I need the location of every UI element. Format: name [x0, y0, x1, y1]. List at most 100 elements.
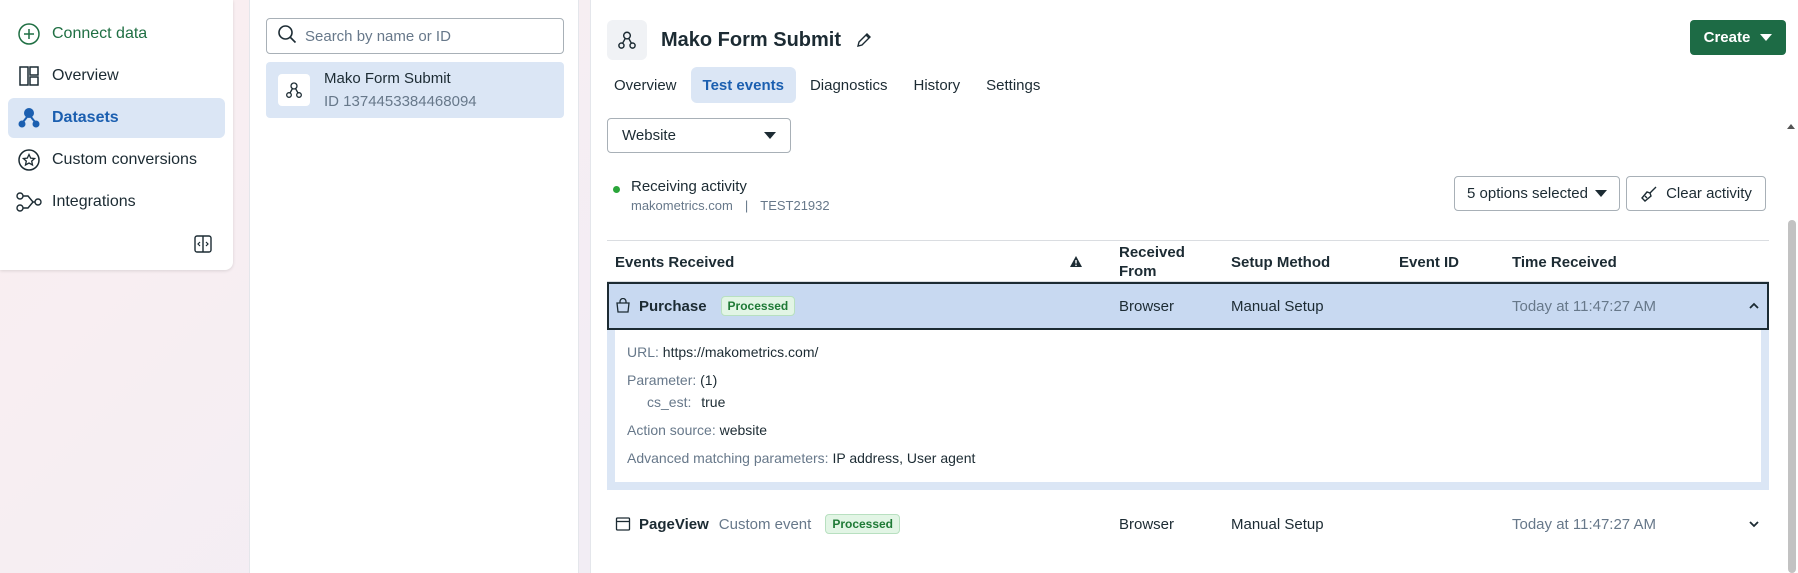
- dataset-id: ID 1374453384468094: [324, 93, 477, 110]
- scroll-up-arrow-icon[interactable]: [1787, 124, 1795, 129]
- status-dot: [613, 186, 620, 193]
- source-dropdown[interactable]: Website: [607, 118, 791, 153]
- search-icon: [277, 24, 297, 48]
- col-setup-method: Setup Method: [1231, 253, 1331, 271]
- create-button[interactable]: Create: [1690, 20, 1786, 55]
- activity-status-text: Receiving activity: [631, 178, 747, 195]
- activity-meta: makometrics.com | TEST21932: [631, 198, 830, 213]
- chevron-up-icon[interactable]: [1749, 284, 1759, 328]
- scrollbar-thumb[interactable]: [1788, 220, 1796, 573]
- event-cell: PageView Custom event Processed: [615, 490, 901, 558]
- caret-down-icon: [764, 132, 776, 139]
- connect-data-button[interactable]: Connect data: [8, 14, 225, 54]
- shopping-bag-icon: [616, 298, 630, 313]
- source-dropdown-value: Website: [622, 127, 676, 144]
- event-name: Purchase: [639, 297, 707, 315]
- status-badge: Processed: [825, 514, 901, 534]
- detail-url: URL: https://makometrics.com/: [627, 344, 1749, 360]
- table-row[interactable]: PageView Custom event Processed Browser …: [607, 490, 1769, 558]
- layout-icon: [16, 63, 42, 89]
- tab-test-events[interactable]: Test events: [690, 67, 796, 103]
- nav-item-label: Datasets: [52, 109, 119, 126]
- nav-item-integrations[interactable]: Integrations: [8, 182, 225, 222]
- browser-window-icon: [615, 517, 631, 531]
- options-filter-dropdown[interactable]: 5 options selected: [1454, 176, 1620, 211]
- caret-down-icon: [1760, 34, 1773, 41]
- detail-amp-label: Advanced matching parameters:: [627, 450, 829, 466]
- connect-data-label: Connect data: [52, 25, 148, 42]
- broom-icon: [1641, 186, 1657, 202]
- detail-param-entry: cs_est: true: [647, 394, 1749, 410]
- activity-domain: makometrics.com: [631, 198, 733, 213]
- col-time-received: Time Received: [1512, 253, 1617, 271]
- dataset-avatar: [278, 74, 310, 106]
- dataset-header-avatar: [607, 20, 647, 60]
- dataset-list-panel: Mako Form Submit ID 1374453384468094: [249, 0, 579, 573]
- event-name: PageView: [639, 515, 709, 533]
- clear-activity-label: Clear activity: [1666, 185, 1752, 202]
- detail-action-source: Action source: website: [627, 422, 1749, 438]
- nav-item-label: Integrations: [52, 193, 136, 210]
- col-received-from: Received From: [1119, 241, 1185, 283]
- dataset-name: Mako Form Submit: [324, 70, 451, 87]
- col-event-id: Event ID: [1399, 253, 1460, 271]
- tab-history[interactable]: History: [902, 67, 973, 103]
- event-details: URL: https://makometrics.com/ Parameter:…: [615, 330, 1761, 482]
- search-box[interactable]: [266, 18, 564, 54]
- collapse-sidebar-icon[interactable]: [193, 234, 213, 254]
- nav-item-overview[interactable]: Overview: [8, 56, 225, 96]
- detail-url-label: URL:: [627, 344, 659, 360]
- tab-bar: Overview Test events Diagnostics History…: [602, 67, 1054, 103]
- create-label: Create: [1703, 29, 1751, 46]
- table-row[interactable]: Purchase Processed Browser Manual Setup …: [607, 282, 1769, 330]
- col-received-from-line1: Received: [1119, 244, 1185, 261]
- pencil-icon[interactable]: [855, 31, 873, 49]
- clear-activity-button[interactable]: Clear activity: [1626, 176, 1766, 211]
- time-received-cell: Today at 11:47:27 AM: [1512, 297, 1656, 315]
- status-badge: Processed: [720, 296, 796, 316]
- detail-action-label: Action source:: [627, 422, 716, 438]
- nav-item-datasets[interactable]: Datasets: [8, 98, 225, 138]
- setup-method-cell: Manual Setup: [1231, 297, 1324, 315]
- detail-amp-value: IP address, User agent: [832, 450, 976, 466]
- activity-status: Receiving activity makometrics.com | TEST2…: [613, 178, 830, 213]
- dataset-list-item[interactable]: Mako Form Submit ID 1374453384468094: [266, 62, 564, 118]
- tab-diagnostics[interactable]: Diagnostics: [798, 67, 900, 103]
- event-cell: Purchase Processed: [615, 284, 796, 328]
- caret-down-icon: [1595, 190, 1607, 197]
- detail-param-key: cs_est:: [647, 394, 692, 410]
- dataset-node-icon: [286, 82, 302, 98]
- integrations-icon: [16, 189, 42, 215]
- detail-param-value: true: [701, 394, 726, 410]
- detail-advanced-matching: Advanced matching parameters: IP address…: [627, 450, 1749, 466]
- col-received-from-line2: From: [1119, 263, 1157, 280]
- detail-param-label: Parameter:: [627, 372, 697, 388]
- nav-item-label: Custom conversions: [52, 151, 197, 168]
- chevron-down-icon[interactable]: [1749, 490, 1759, 558]
- detail-action-value: website: [719, 422, 768, 438]
- options-label: 5 options selected: [1467, 185, 1588, 202]
- received-from-cell: Browser: [1119, 297, 1175, 315]
- activity-test-code: TEST21932: [760, 198, 830, 213]
- star-icon: [16, 147, 42, 173]
- events-table: Events Received Received From Setup Meth…: [607, 240, 1769, 558]
- search-input[interactable]: [305, 27, 545, 45]
- tab-overview[interactable]: Overview: [602, 67, 689, 103]
- time-received-cell: Today at 11:47:27 AM: [1512, 515, 1656, 533]
- dataset-icon: [16, 105, 42, 131]
- received-from-cell: Browser: [1119, 515, 1175, 533]
- separator: |: [744, 198, 749, 213]
- col-events-received: Events Received: [615, 253, 735, 271]
- custom-event-label: Custom event: [718, 515, 812, 533]
- main-content: Mako Form Submit Create Overview Test ev…: [590, 0, 1798, 573]
- detail-url-value: https://makometrics.com/: [662, 344, 819, 360]
- event-details-panel: URL: https://makometrics.com/ Parameter:…: [607, 330, 1769, 490]
- table-header: Events Received Received From Setup Meth…: [607, 240, 1769, 282]
- warning-icon: [1069, 241, 1083, 283]
- dataset-node-icon: [618, 31, 636, 49]
- plus-circle-icon: [16, 21, 42, 47]
- nav-item-custom-conversions[interactable]: Custom conversions: [8, 140, 225, 180]
- detail-parameter: Parameter: (1): [627, 372, 1749, 388]
- detail-param-count: (1): [700, 372, 718, 388]
- tab-settings[interactable]: Settings: [974, 67, 1052, 103]
